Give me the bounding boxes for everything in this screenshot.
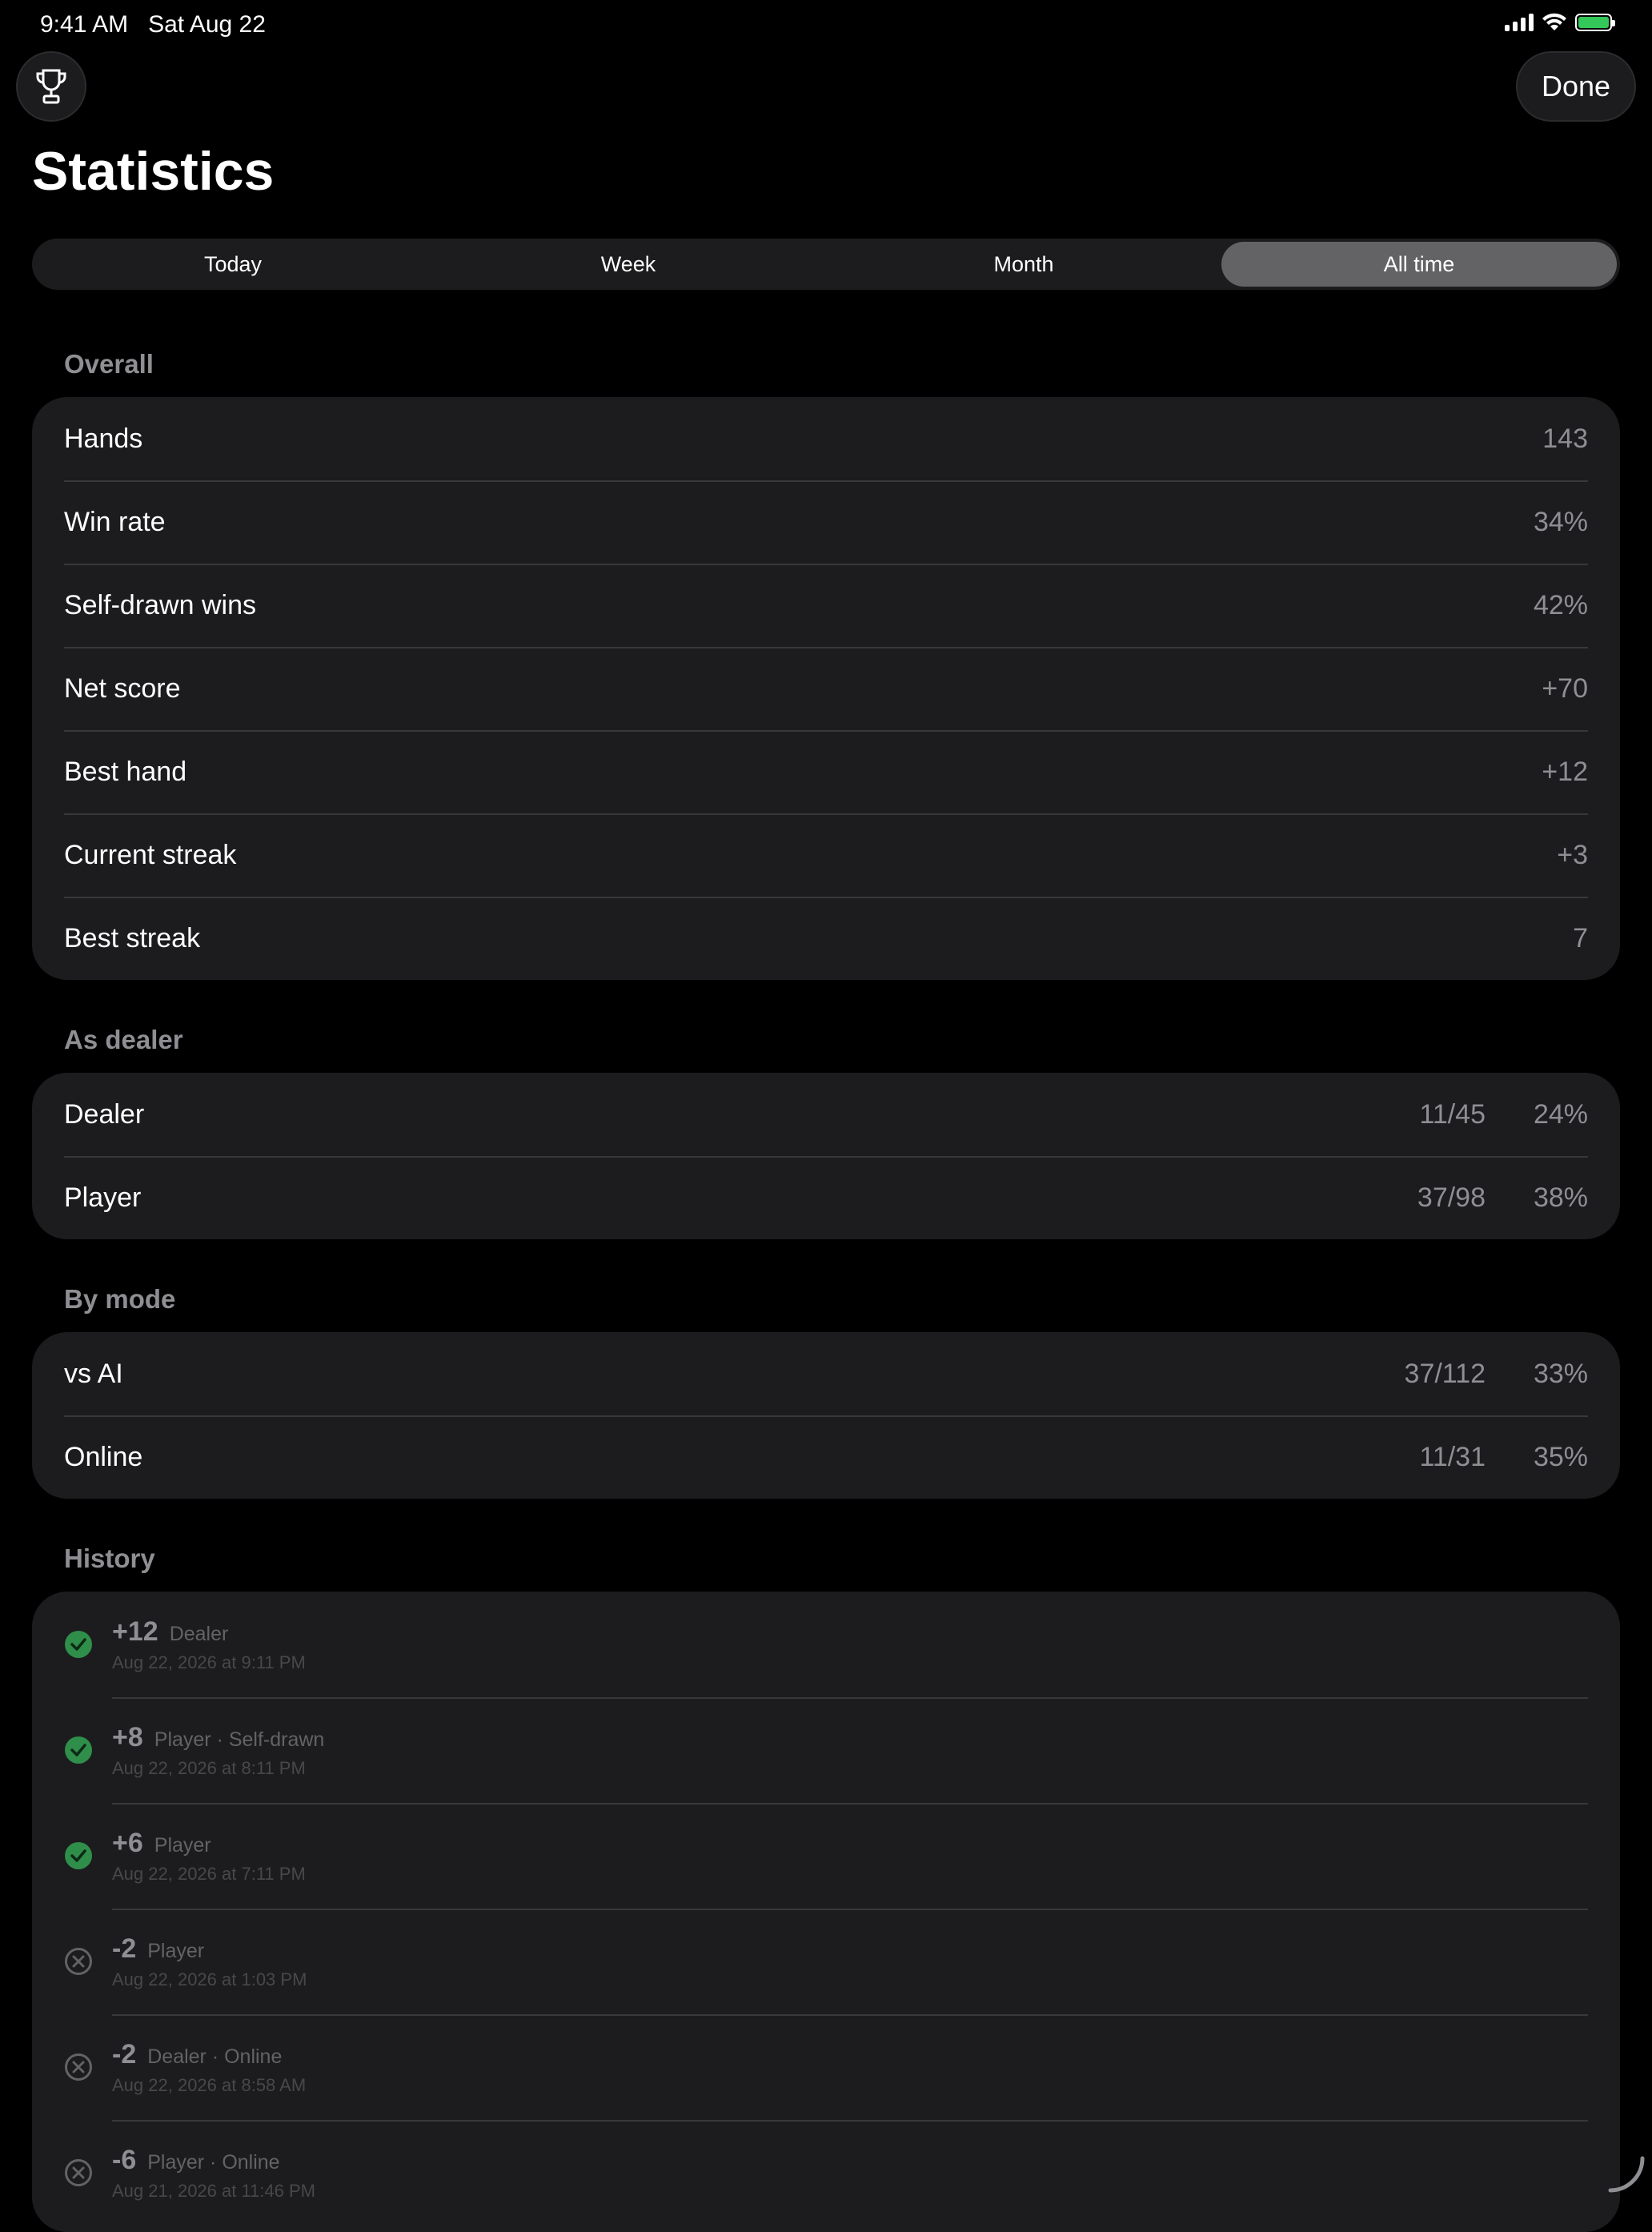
stat-value: +12 bbox=[1542, 756, 1588, 787]
period-segmented-control: Today Week Month All time bbox=[32, 239, 1620, 290]
tab-month[interactable]: Month bbox=[826, 242, 1221, 287]
history-row[interactable]: +12 Dealer Aug 22, 2026 at 9:11 PM bbox=[32, 1592, 1620, 1697]
stat-row-best-hand: Best hand +12 bbox=[32, 730, 1620, 813]
stat-row-vs-ai: vs AI 37/112 33% bbox=[32, 1332, 1620, 1415]
history-score: +12 bbox=[112, 1616, 158, 1647]
stat-fraction: 37/98 bbox=[1417, 1182, 1486, 1213]
stat-fraction: 11/45 bbox=[1419, 1098, 1486, 1130]
tab-week[interactable]: Week bbox=[431, 242, 826, 287]
history-row[interactable]: +8 Player · Self-drawn Aug 22, 2026 at 8… bbox=[32, 1697, 1620, 1803]
history-date: Aug 22, 2026 at 9:11 PM bbox=[112, 1652, 306, 1672]
stat-row-self-drawn-wins: Self-drawn wins 42% bbox=[32, 564, 1620, 647]
history-date: Aug 22, 2026 at 7:11 PM bbox=[112, 1863, 306, 1884]
section-header-overall: Overall bbox=[64, 349, 154, 379]
by-mode-card: vs AI 37/112 33% Online 11/31 35% bbox=[32, 1332, 1620, 1499]
history-row[interactable]: -2 Player Aug 22, 2026 at 1:03 PM bbox=[32, 1909, 1620, 2014]
history-date: Aug 21, 2026 at 11:46 PM bbox=[112, 2180, 315, 2201]
page-title: Statistics bbox=[32, 141, 275, 202]
stat-label: Net score bbox=[64, 672, 181, 704]
history-description: Player · Online bbox=[147, 2150, 280, 2174]
stat-label: Best hand bbox=[64, 756, 187, 787]
trophy-icon bbox=[36, 69, 66, 104]
battery-icon bbox=[1575, 14, 1615, 31]
stat-label: Win rate bbox=[64, 506, 166, 537]
xmark-circle-icon bbox=[65, 2159, 92, 2186]
history-score: -2 bbox=[112, 2038, 137, 2069]
stat-value: +3 bbox=[1557, 839, 1588, 870]
stat-row-best-streak: Best streak 7 bbox=[32, 897, 1620, 980]
status-time-text: 9:41 AM bbox=[40, 11, 129, 38]
stat-value: 34% bbox=[1533, 506, 1588, 537]
history-row[interactable]: -2 Dealer · Online Aug 22, 2026 at 8:58 … bbox=[32, 2014, 1620, 2120]
stat-value: +70 bbox=[1542, 672, 1588, 704]
stat-label: Self-drawn wins bbox=[64, 589, 256, 620]
history-date: Aug 22, 2026 at 1:03 PM bbox=[112, 1969, 307, 1989]
history-score: +6 bbox=[112, 1827, 143, 1858]
stat-row-win-rate: Win rate 34% bbox=[32, 480, 1620, 564]
xmark-circle-icon bbox=[65, 2053, 92, 2081]
history-score: +8 bbox=[112, 1721, 143, 1752]
stat-value: 143 bbox=[1542, 423, 1588, 454]
stat-row-player: Player 37/98 38% bbox=[32, 1156, 1620, 1239]
stat-label: Online bbox=[64, 1441, 143, 1472]
wifi-icon bbox=[1542, 13, 1566, 30]
stat-value: 42% bbox=[1533, 589, 1588, 620]
stat-fraction: 11/31 bbox=[1419, 1441, 1486, 1472]
stat-percent: 35% bbox=[1533, 1441, 1588, 1472]
history-date: Aug 22, 2026 at 8:58 AM bbox=[112, 2074, 307, 2095]
section-header-by-mode: By mode bbox=[64, 1284, 176, 1314]
history-description: Dealer · Online bbox=[147, 2045, 283, 2068]
overall-card: Hands 143 Win rate 34% Self-drawn wins 4… bbox=[32, 397, 1620, 980]
history-description: Player · Self-drawn bbox=[154, 1728, 325, 1751]
stat-label: Dealer bbox=[64, 1098, 145, 1130]
section-header-as-dealer: As dealer bbox=[64, 1025, 183, 1054]
stat-percent: 38% bbox=[1533, 1182, 1588, 1213]
history-score: -6 bbox=[112, 2144, 137, 2175]
stat-label: vs AI bbox=[64, 1358, 123, 1389]
checkmark-circle-icon bbox=[65, 1842, 92, 1869]
done-button[interactable]: Done bbox=[1516, 51, 1636, 122]
status-bar: 9:41 AM Sat Aug 22 bbox=[0, 0, 1652, 51]
stat-row-net-score: Net score +70 bbox=[32, 647, 1620, 730]
checkmark-circle-icon bbox=[65, 1736, 92, 1764]
status-icons bbox=[1505, 13, 1615, 32]
stat-row-online: Online 11/31 35% bbox=[32, 1415, 1620, 1499]
stat-percent: 24% bbox=[1533, 1098, 1588, 1130]
tab-today[interactable]: Today bbox=[35, 242, 431, 287]
history-score: -2 bbox=[112, 1933, 137, 1964]
cellular-signal-icon bbox=[1505, 14, 1534, 31]
status-time: 9:41 AM Sat Aug 22 bbox=[40, 11, 266, 38]
tab-all-time[interactable]: All time bbox=[1221, 242, 1617, 287]
stat-row-dealer: Dealer 11/45 24% bbox=[32, 1073, 1620, 1156]
checkmark-circle-icon bbox=[65, 1631, 92, 1658]
history-description: Dealer bbox=[169, 1622, 229, 1645]
xmark-circle-icon bbox=[65, 1948, 92, 1975]
stat-row-current-streak: Current streak +3 bbox=[32, 813, 1620, 897]
stat-label: Player bbox=[64, 1182, 142, 1213]
as-dealer-card: Dealer 11/45 24% Player 37/98 38% bbox=[32, 1073, 1620, 1239]
history-row[interactable]: -6 Player · Online Aug 21, 2026 at 11:46… bbox=[32, 2120, 1620, 2226]
section-header-history: History bbox=[64, 1544, 155, 1573]
stat-fraction: 37/112 bbox=[1404, 1358, 1486, 1389]
history-date: Aug 22, 2026 at 8:11 PM bbox=[112, 1757, 306, 1778]
stat-label: Hands bbox=[64, 423, 143, 454]
stat-label: Current streak bbox=[64, 839, 237, 870]
trophy-button[interactable] bbox=[16, 51, 86, 122]
history-row[interactable]: +6 Player Aug 22, 2026 at 7:11 PM bbox=[32, 1803, 1620, 1909]
scroll-indicator[interactable] bbox=[1606, 2154, 1647, 2195]
stat-percent: 33% bbox=[1533, 1358, 1588, 1389]
stat-value: 7 bbox=[1573, 922, 1588, 953]
status-date-text: Sat Aug 22 bbox=[148, 11, 266, 38]
history-description: Player bbox=[154, 1833, 211, 1857]
history-description: Player bbox=[147, 1939, 205, 1962]
history-card: +12 Dealer Aug 22, 2026 at 9:11 PM +8 Pl… bbox=[32, 1592, 1620, 2232]
stat-label: Best streak bbox=[64, 922, 201, 953]
stat-row-hands: Hands 143 bbox=[32, 397, 1620, 480]
